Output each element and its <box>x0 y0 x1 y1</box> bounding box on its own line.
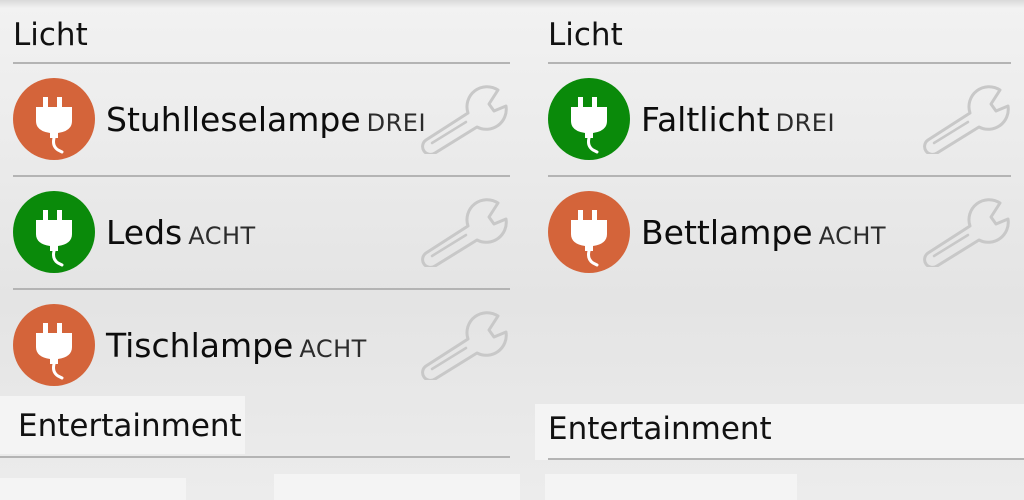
device-label: Bettlampe ACHT <box>641 213 886 252</box>
section-title-entertainment: Entertainment <box>18 408 242 444</box>
wrench-icon[interactable] <box>922 197 1012 269</box>
plug-icon[interactable] <box>13 78 95 160</box>
section-title-licht: Licht <box>548 17 623 53</box>
section-divider <box>548 458 1024 460</box>
device-name: Faltlicht <box>641 100 770 139</box>
wrench-icon[interactable] <box>420 310 510 382</box>
right-panel: Licht Faltlicht DREI Bettlampe ACHT Entert… <box>535 0 1024 500</box>
device-name: Tischlampe <box>106 326 294 365</box>
device-name: Stuhlleselampe <box>106 100 361 139</box>
list-item-partial <box>274 474 520 500</box>
section-title-licht: Licht <box>13 17 88 53</box>
device-label: Tischlampe ACHT <box>106 326 367 365</box>
item-divider <box>13 175 510 177</box>
plug-icon[interactable] <box>13 304 95 386</box>
device-item[interactable]: Leds ACHT <box>0 191 520 303</box>
device-label: Faltlicht DREI <box>641 100 835 139</box>
list-item-partial <box>545 474 797 500</box>
wrench-icon[interactable] <box>922 84 1012 156</box>
device-label: Leds ACHT <box>106 213 256 252</box>
wrench-icon[interactable] <box>420 84 510 156</box>
section-title-entertainment: Entertainment <box>548 411 772 447</box>
device-name: Bettlampe <box>641 213 813 252</box>
section-divider <box>13 62 510 64</box>
plug-icon[interactable] <box>548 191 630 273</box>
device-item[interactable]: Bettlampe ACHT <box>535 191 1024 303</box>
plug-icon[interactable] <box>548 78 630 160</box>
device-label: Stuhlleselampe DREI <box>106 100 426 139</box>
device-group: ACHT <box>299 335 367 363</box>
device-group: DREI <box>775 109 836 137</box>
item-divider <box>13 288 510 290</box>
device-group: ACHT <box>188 222 256 250</box>
device-group: ACHT <box>818 222 887 250</box>
left-panel: Licht Stuhlleselampe DREI Leds ACHT Tischl… <box>0 0 520 500</box>
device-group: DREI <box>366 109 427 137</box>
item-divider <box>548 175 1011 177</box>
wrench-icon[interactable] <box>420 197 510 269</box>
list-item-partial <box>0 478 186 500</box>
plug-icon[interactable] <box>13 191 95 273</box>
device-name: Leds <box>106 213 183 252</box>
section-divider <box>0 456 510 458</box>
device-item[interactable]: Stuhlleselampe DREI <box>0 78 520 190</box>
section-divider <box>548 62 1011 64</box>
device-item[interactable]: Faltlicht DREI <box>535 78 1024 190</box>
